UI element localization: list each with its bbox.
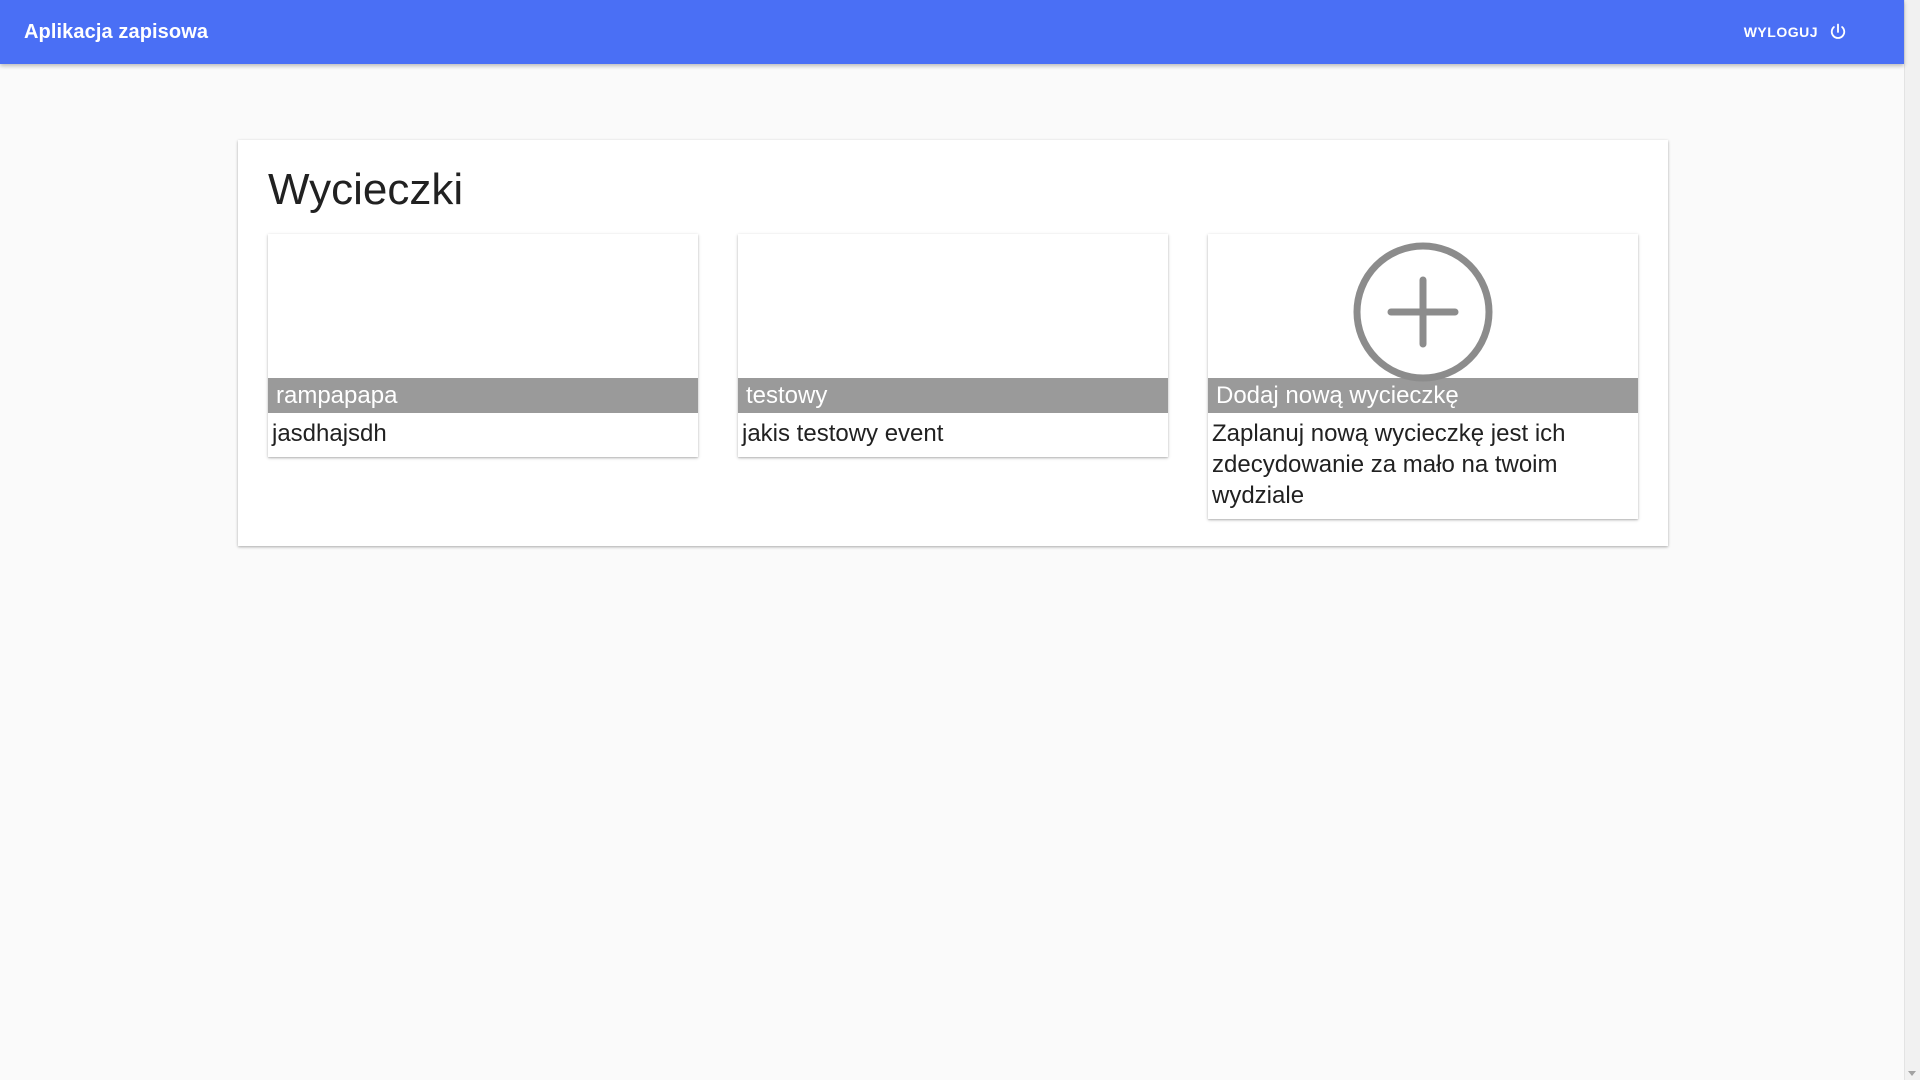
page-scrollbar[interactable] — [1904, 0, 1920, 1080]
card-media — [268, 234, 698, 378]
trip-cards: rampapapa jasdhajsdh testowy jakis testo… — [268, 234, 1638, 519]
viewport: Aplikacja zapisowa WYLOGUJ Wycieczki ram… — [0, 0, 1920, 1080]
app-title: Aplikacja zapisowa — [24, 20, 209, 43]
logout-button[interactable]: WYLOGUJ — [1730, 14, 1862, 50]
card-description: jasdhajsdh — [272, 420, 387, 447]
card-media — [738, 234, 1168, 378]
scroll-down-arrow-icon[interactable] — [1908, 1071, 1916, 1076]
card-title: testowy — [738, 378, 1168, 413]
power-icon — [1830, 23, 1846, 39]
logout-label: WYLOGUJ — [1743, 24, 1818, 40]
page-title: Wycieczki — [268, 165, 464, 214]
add-circle-icon — [1353, 242, 1493, 382]
card-title: rampapapa — [268, 378, 698, 413]
card-description: jakis testowy event — [742, 420, 944, 447]
card-description: Zaplanuj nową wycieczkę jest ich zdecydo… — [1212, 420, 1566, 509]
trip-card[interactable]: testowy jakis testowy event — [738, 234, 1168, 457]
card-media — [1208, 234, 1638, 382]
trips-panel: Wycieczki rampapapa jasdhajsdh testowy j… — [238, 140, 1668, 546]
app-bar: Aplikacja zapisowa WYLOGUJ — [0, 0, 1904, 64]
add-trip-card[interactable]: Dodaj nową wycieczkę Zaplanuj nową wycie… — [1208, 234, 1638, 519]
trip-card[interactable]: rampapapa jasdhajsdh — [268, 234, 698, 457]
